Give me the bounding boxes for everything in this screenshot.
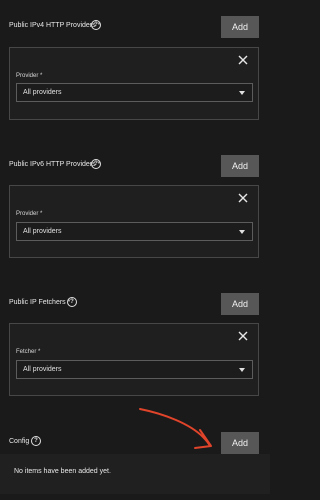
settings-form: Public IPv4 HTTP Providers * ? Add Provi… xyxy=(0,0,270,500)
hand-drawn-arrow-icon xyxy=(139,408,212,449)
